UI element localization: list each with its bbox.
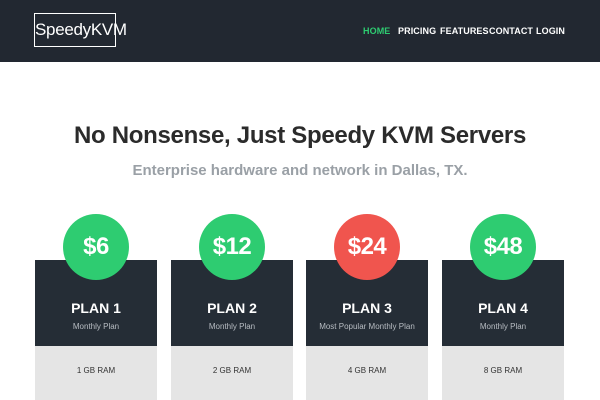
plan-name: PLAN 3 <box>342 300 392 316</box>
plan-type: Most Popular Monthly Plan <box>319 322 415 331</box>
plan-feature: 4 GB RAM <box>347 366 387 375</box>
plan-name: PLAN 1 <box>71 300 121 316</box>
nav-contact[interactable]: CONTACT <box>489 26 533 36</box>
plan-type: Monthly Plan <box>479 322 527 331</box>
price-badge: $6 <box>63 214 129 280</box>
plan-card-4[interactable]: $48 PLAN 4 Monthly Plan 8 GB RAM <box>442 214 564 400</box>
price-badge: $24 <box>334 214 400 280</box>
page: SpeedyKVM HOME PRICING FEATURES CONTACT … <box>0 0 600 400</box>
price-badge: $48 <box>470 214 536 280</box>
nav-home[interactable]: HOME <box>363 26 390 36</box>
nav-features[interactable]: FEATURES <box>440 26 489 36</box>
plan-card-1[interactable]: $6 PLAN 1 Monthly Plan 1 GB RAM <box>35 214 157 400</box>
plan-feature: 2 GB RAM <box>212 366 252 375</box>
nav-login[interactable]: LOGIN <box>536 26 565 36</box>
price-badge: $12 <box>199 214 265 280</box>
plan-card-2[interactable]: $12 PLAN 2 Monthly Plan 2 GB RAM <box>171 214 293 400</box>
hero-subtitle: Enterprise hardware and network in Dalla… <box>132 162 468 179</box>
plan-type: Monthly Plan <box>208 322 256 331</box>
plan-type: Monthly Plan <box>72 322 120 331</box>
plan-feature: 1 GB RAM <box>76 366 116 375</box>
plan-feature: 8 GB RAM <box>483 366 523 375</box>
site-logo[interactable]: SpeedyKVM <box>34 13 127 47</box>
nav-pricing[interactable]: PRICING <box>398 26 436 36</box>
hero-title: No Nonsense, Just Speedy KVM Servers <box>73 122 527 150</box>
plan-card-3[interactable]: $24 PLAN 3 Most Popular Monthly Plan 4 G… <box>306 214 428 400</box>
top-navbar: SpeedyKVM HOME PRICING FEATURES CONTACT … <box>0 0 600 62</box>
plan-name: PLAN 4 <box>478 300 528 316</box>
plan-name: PLAN 2 <box>207 300 257 316</box>
